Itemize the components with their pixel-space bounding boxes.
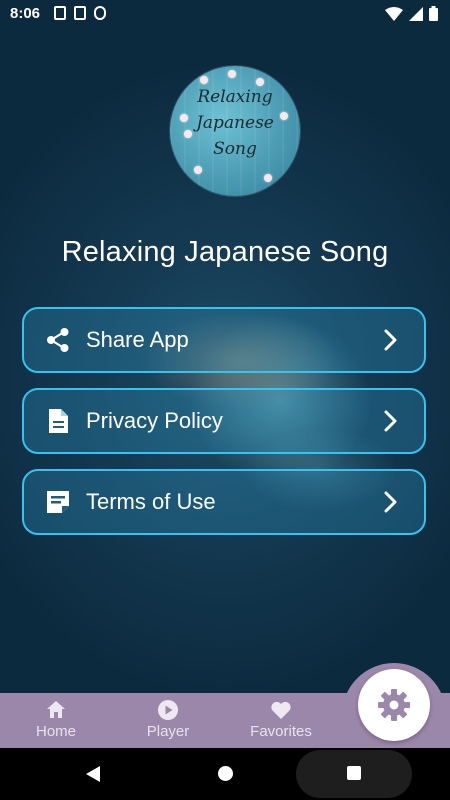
- note-icon: [44, 488, 72, 516]
- privacy-policy-button[interactable]: Privacy Policy: [22, 388, 426, 454]
- logo-line-3: Song: [213, 139, 257, 159]
- terms-of-use-button[interactable]: Terms of Use: [22, 469, 426, 535]
- app-logo: Relaxing Japanese Song: [170, 66, 300, 196]
- nav-favorites[interactable]: Favorites: [225, 693, 337, 748]
- system-status-icons: [385, 6, 438, 21]
- sd-card-icon: [74, 6, 86, 20]
- status-bar: 8:06: [0, 0, 450, 28]
- blossom-icon: [228, 70, 236, 78]
- home-circle-icon[interactable]: [218, 766, 233, 781]
- gear-icon: [378, 689, 410, 721]
- nav-player-label: Player: [146, 723, 190, 740]
- play-circle-icon: [158, 700, 178, 720]
- font-notification-icon: [54, 6, 66, 20]
- chevron-right-icon: [384, 329, 397, 351]
- nav-home-label: Home: [35, 723, 76, 740]
- nav-player[interactable]: Player: [112, 693, 224, 748]
- recents-icon[interactable]: [347, 766, 361, 780]
- privacy-policy-label: Privacy Policy: [86, 408, 223, 433]
- settings-fab-button[interactable]: [358, 669, 430, 741]
- terms-of-use-label: Terms of Use: [86, 489, 216, 514]
- nav-home[interactable]: Home: [0, 693, 112, 748]
- chevron-right-icon: [384, 410, 397, 432]
- back-icon[interactable]: [86, 766, 100, 782]
- heart-icon: [271, 701, 291, 719]
- android-icon: [94, 6, 106, 20]
- blossom-icon: [264, 174, 272, 182]
- share-app-label: Share App: [86, 327, 189, 352]
- battery-icon: [429, 6, 438, 21]
- home-icon: [47, 701, 65, 718]
- system-nav-bar: [0, 748, 450, 800]
- status-time: 8:06: [10, 5, 41, 22]
- chevron-right-icon: [384, 491, 397, 513]
- blossom-icon: [200, 76, 208, 84]
- share-icon: [44, 326, 72, 354]
- logo-line-2: Japanese: [196, 113, 274, 133]
- nav-favorites-label: Favorites: [250, 723, 312, 740]
- logo-line-1: Relaxing: [197, 87, 273, 107]
- app-title: Relaxing Japanese Song: [61, 236, 389, 268]
- app-screen: 8:06 Relaxing Japanese Song Relaxing Jap…: [0, 0, 450, 800]
- signal-icon: [409, 6, 423, 21]
- document-icon: [44, 407, 72, 435]
- blossom-icon: [194, 166, 202, 174]
- logo-text: Relaxing Japanese Song: [170, 84, 300, 162]
- wifi-icon: [385, 6, 403, 21]
- share-app-button[interactable]: Share App: [22, 307, 426, 373]
- notification-icons: [54, 6, 106, 20]
